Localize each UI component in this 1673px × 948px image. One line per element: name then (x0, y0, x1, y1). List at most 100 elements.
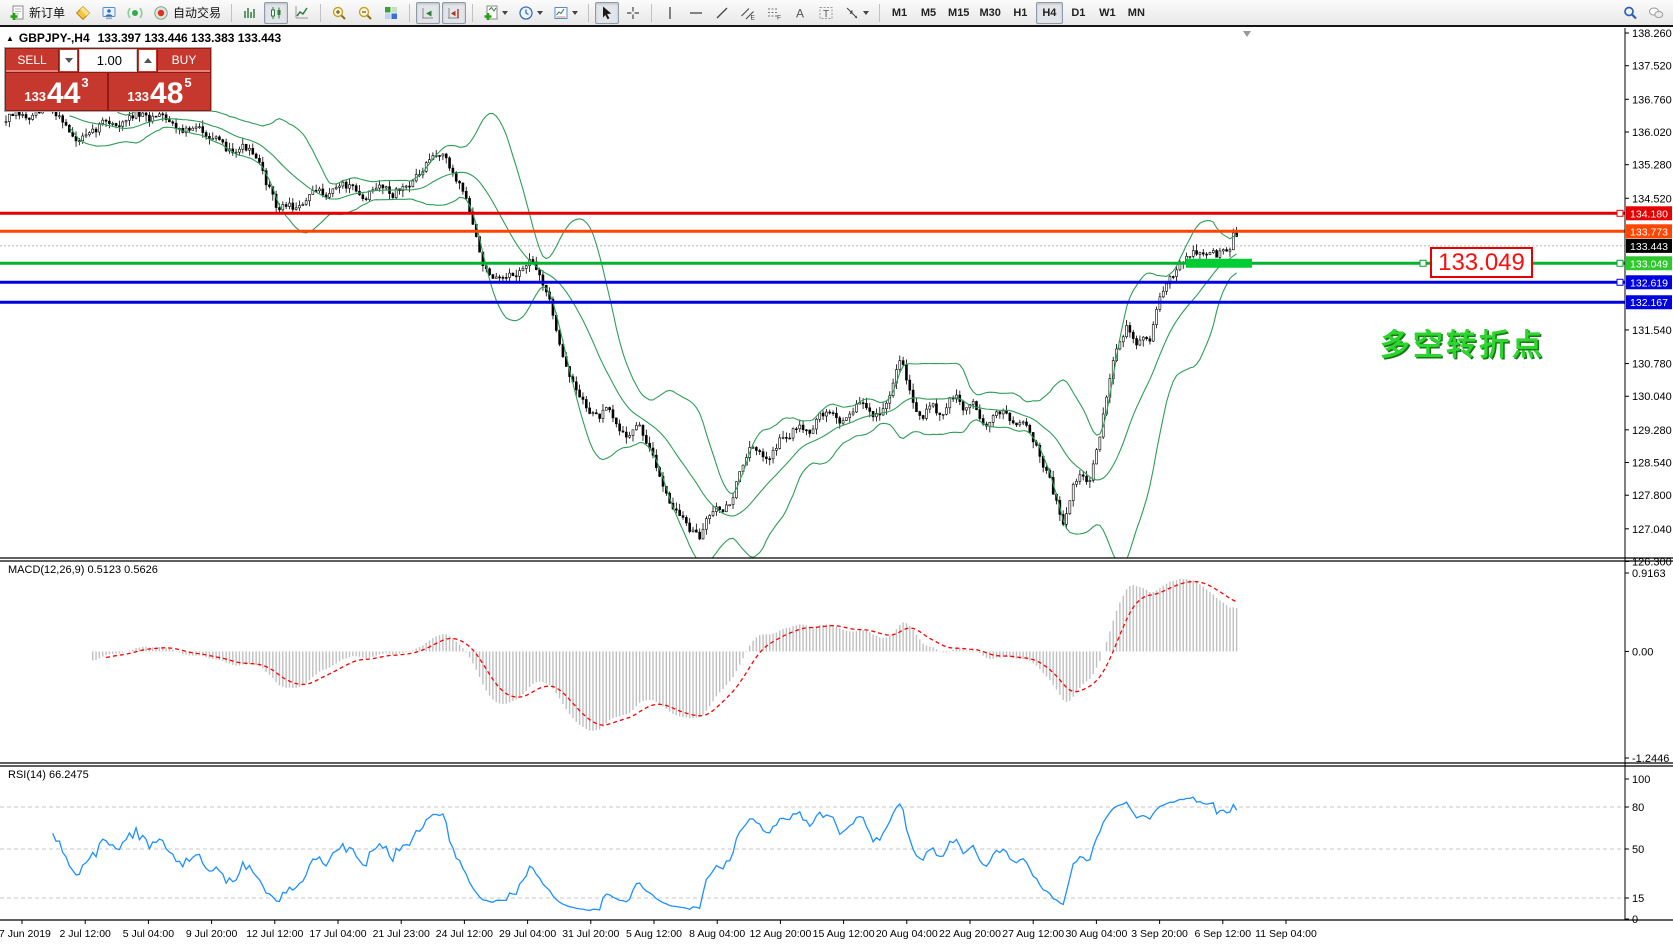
trendline-icon (714, 5, 730, 21)
signals-button[interactable] (123, 2, 147, 24)
line-selection-handle (1617, 210, 1623, 216)
line-selection-handle (1420, 260, 1426, 266)
arrows-dropdown-caret (863, 11, 869, 15)
svg-text:50: 50 (1632, 844, 1644, 856)
terminal-button[interactable] (97, 2, 121, 24)
toolbar-separator (409, 4, 410, 22)
periods-clock-icon (518, 5, 534, 21)
fibonacci-tool-button[interactable]: F (762, 2, 786, 24)
buy-price-pips: 48 (150, 80, 183, 107)
fibonacci-icon: F (766, 5, 782, 21)
svg-text:136.020: 136.020 (1632, 127, 1672, 139)
autotrading-icon (153, 5, 169, 21)
crosshair-tool-button[interactable] (621, 2, 645, 24)
buy-price-figure: 133 (127, 89, 149, 104)
chart-symbol-title: ▲ GBPJPY-,H4 133.397 133.446 133.383 133… (6, 31, 281, 45)
timeframe-m1-button[interactable]: M1 (886, 2, 913, 24)
horizontal-line-tool-button[interactable] (684, 2, 708, 24)
svg-text:29 Jul 04:00: 29 Jul 04:00 (499, 928, 556, 940)
panel-collapse-arrow[interactable]: ▲ (6, 34, 14, 43)
zoom-out-button[interactable] (353, 2, 377, 24)
chat-icon (1648, 5, 1664, 21)
turning-point-annotation[interactable]: 多空转折点 (1380, 320, 1545, 364)
trendline-tool-button[interactable] (710, 2, 734, 24)
timeframe-d1-button[interactable]: D1 (1065, 2, 1092, 24)
auto-scroll-button[interactable] (416, 2, 440, 24)
sell-price-button[interactable]: 133443 (6, 73, 107, 110)
svg-text:133.773: 133.773 (1630, 226, 1668, 238)
cursor-tool-button[interactable] (595, 2, 619, 24)
timeframe-m15-button[interactable]: M15 (944, 2, 973, 24)
line-chart-icon (294, 5, 310, 21)
one-click-trading-panel: SELL BUY 133443 133485 (4, 47, 212, 112)
chart-background (0, 27, 1673, 948)
indicators-button[interactable] (479, 2, 512, 24)
svg-text:12 Aug 20:00: 12 Aug 20:00 (749, 928, 811, 940)
price-callout-box[interactable]: 133.049 (1430, 247, 1533, 278)
volume-decrease-button[interactable] (59, 49, 78, 72)
fibo-letter: F (777, 14, 781, 21)
svg-text:135.280: 135.280 (1632, 160, 1672, 172)
chart-area[interactable]: 138.260137.520136.760136.020135.280134.5… (0, 0, 1673, 948)
chart-shift-button[interactable] (442, 2, 466, 24)
buy-price-button[interactable]: 133485 (109, 73, 210, 110)
rsi-indicator-label: RSI(14) 66.2475 (8, 769, 89, 781)
indicators-dropdown-caret (502, 11, 508, 15)
svg-text:126.300: 126.300 (1632, 557, 1672, 569)
sell-price-pips: 44 (47, 80, 80, 107)
arrows-tool-button[interactable] (840, 2, 873, 24)
timeframe-m30-button[interactable]: M30 (975, 2, 1004, 24)
tile-windows-icon (383, 5, 399, 21)
templates-button[interactable] (549, 2, 582, 24)
svg-text:5 Aug 12:00: 5 Aug 12:00 (626, 928, 682, 940)
periods-button[interactable] (514, 2, 547, 24)
bar-chart-button[interactable] (238, 2, 262, 24)
svg-text:5 Jul 04:00: 5 Jul 04:00 (123, 928, 175, 940)
svg-text:15: 15 (1632, 893, 1644, 905)
volume-input[interactable] (80, 50, 136, 71)
sell-button[interactable]: SELL (6, 49, 58, 72)
text-tool-button[interactable]: A (788, 2, 812, 24)
timeframe-h4-button[interactable]: H4 (1036, 2, 1063, 24)
equidistant-channel-icon: E (740, 5, 756, 21)
templates-dropdown-caret (572, 11, 578, 15)
zoom-in-button[interactable] (327, 2, 351, 24)
macd-indicator-label: MACD(12,26,9) 0.5123 0.5626 (8, 564, 158, 576)
auto-scroll-icon (420, 5, 436, 21)
vertical-line-tool-button[interactable] (658, 2, 682, 24)
volume-increase-button[interactable] (138, 49, 157, 72)
main-toolbar: 新订单 自动交易 (0, 0, 1673, 27)
sell-price-figure: 133 (24, 89, 46, 104)
svg-text:27 Aug 12:00: 27 Aug 12:00 (1002, 928, 1064, 940)
templates-icon (553, 5, 569, 21)
text-tool-letter: A (796, 6, 804, 20)
buy-button[interactable]: BUY (158, 49, 210, 72)
svg-text:127.800: 127.800 (1632, 490, 1672, 502)
svg-text:2 Jul 12:00: 2 Jul 12:00 (60, 928, 112, 940)
label-tool-letter: T (823, 9, 829, 20)
channel-tool-button[interactable]: E (736, 2, 760, 24)
timeframe-mn-button[interactable]: MN (1123, 2, 1150, 24)
search-button[interactable] (1618, 2, 1642, 24)
chart-shift-icon (446, 5, 462, 21)
new-order-button[interactable]: 新订单 (5, 2, 69, 24)
autotrading-button[interactable]: 自动交易 (149, 2, 225, 24)
timeframe-h1-button[interactable]: H1 (1007, 2, 1034, 24)
candlestick-chart-button[interactable] (264, 2, 288, 24)
timeframe-m5-button[interactable]: M5 (915, 2, 942, 24)
line-chart-button[interactable] (290, 2, 314, 24)
chat-button[interactable] (1644, 2, 1668, 24)
svg-text:131.540: 131.540 (1632, 325, 1672, 337)
tile-windows-button[interactable] (379, 2, 403, 24)
text-label-tool-button[interactable]: T (814, 2, 838, 24)
text-label-icon: T (818, 5, 834, 21)
svg-text:31 Jul 20:00: 31 Jul 20:00 (562, 928, 619, 940)
vertical-line-icon (662, 5, 678, 21)
svg-text:0.9163: 0.9163 (1632, 568, 1666, 580)
ohlc-values: 133.397 133.446 133.383 133.443 (98, 31, 282, 45)
svg-text:17 Jul 04:00: 17 Jul 04:00 (309, 928, 366, 940)
svg-text:132.167: 132.167 (1630, 297, 1668, 309)
metaeditor-button[interactable] (71, 2, 95, 24)
timeframe-w1-button[interactable]: W1 (1094, 2, 1121, 24)
line-selection-handle (1617, 279, 1623, 285)
